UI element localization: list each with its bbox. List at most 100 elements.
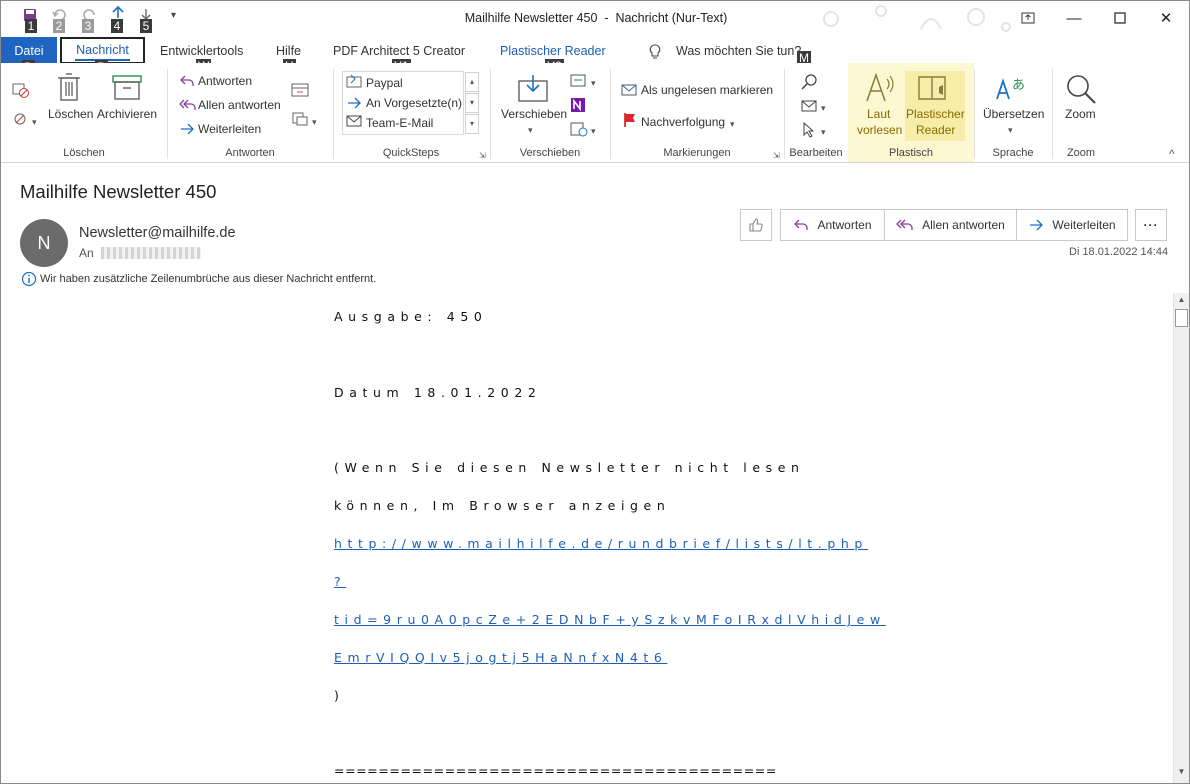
title-bar: ▾ 1 2 3 4 5 Mailhilfe Newsletter 450 - N… bbox=[1, 1, 1189, 37]
rules-icon[interactable] bbox=[570, 73, 588, 89]
ignore-icon[interactable] bbox=[12, 81, 30, 99]
gallery-scroll-up-icon[interactable]: ▴ bbox=[465, 72, 479, 92]
message-body: Ausgabe: 450 Datum 18.01.2022 (Wenn Sie … bbox=[1, 293, 1173, 783]
browser-link[interactable]: http://www.mailhilfe.de/rundbrief/lists/… bbox=[334, 536, 868, 551]
read-aloud-label-1[interactable]: Laut bbox=[867, 107, 890, 121]
avatar[interactable]: N bbox=[20, 219, 68, 267]
body-separator-line: ======================================== bbox=[334, 763, 777, 778]
actions-icon[interactable] bbox=[570, 121, 588, 137]
vertical-scrollbar[interactable]: ▲ ▼ bbox=[1173, 293, 1189, 783]
scroll-up-icon[interactable]: ▲ bbox=[1175, 295, 1188, 309]
more-respond-icon[interactable] bbox=[291, 111, 309, 127]
move-button[interactable]: Verschieben bbox=[501, 107, 567, 121]
flag-icon bbox=[624, 113, 635, 127]
thumbs-up-icon bbox=[749, 218, 763, 232]
scroll-thumb[interactable] bbox=[1175, 309, 1188, 327]
quickstep-manager[interactable]: An Vorgesetzte(n) bbox=[366, 96, 462, 110]
chevron-down-icon: ▾ bbox=[591, 126, 596, 136]
keytip-2: 2 bbox=[53, 19, 65, 33]
keytip-1: 1 bbox=[25, 19, 37, 33]
header-reply-button[interactable]: Antworten bbox=[780, 209, 885, 241]
keytip-3: 3 bbox=[82, 19, 94, 33]
reply-all-button[interactable]: Allen antworten bbox=[198, 98, 281, 112]
onenote-icon[interactable] bbox=[570, 97, 586, 113]
keytip-4: 4 bbox=[111, 19, 123, 33]
dialog-launcher-icon[interactable]: ⇲ bbox=[773, 149, 780, 163]
follow-up-button[interactable]: Nachverfolgung bbox=[641, 115, 725, 129]
close-button[interactable]: ✕ bbox=[1143, 1, 1189, 35]
immersive-reader-label-2[interactable]: Reader bbox=[916, 123, 955, 137]
minimize-button[interactable]: — bbox=[1051, 1, 1097, 35]
read-aloud-icon[interactable] bbox=[863, 71, 897, 105]
gallery-scroll-down-icon[interactable]: ▾ bbox=[465, 93, 479, 113]
body-text-line: ) bbox=[334, 688, 345, 703]
reply-button[interactable]: Antworten bbox=[198, 74, 252, 88]
translate-button[interactable]: Übersetzen bbox=[983, 107, 1044, 121]
tell-me-search[interactable]: Was möchten Sie tun? bbox=[676, 41, 801, 63]
browser-link[interactable]: ? bbox=[334, 574, 346, 589]
reply-icon bbox=[180, 75, 194, 86]
header-forward-button[interactable]: Weiterleiten bbox=[1016, 209, 1128, 241]
group-label-respond: Antworten bbox=[225, 147, 275, 159]
customize-qat-icon[interactable]: ▾ bbox=[171, 10, 176, 21]
forward-icon bbox=[181, 123, 194, 135]
recipient-redacted bbox=[101, 247, 201, 259]
up-arrow-icon[interactable] bbox=[110, 5, 126, 19]
delete-button[interactable]: Löschen bbox=[48, 107, 93, 121]
chevron-down-icon: ▾ bbox=[1008, 125, 1013, 135]
gallery-expand-icon[interactable]: ▾ bbox=[465, 114, 479, 134]
translate-icon[interactable]: あ bbox=[995, 73, 1027, 103]
body-date-line: Datum 18.01.2022 bbox=[334, 385, 542, 400]
chevron-down-icon: ▾ bbox=[730, 119, 735, 129]
group-label-quicksteps: QuickSteps bbox=[382, 147, 440, 159]
forward-button[interactable]: Weiterleiten bbox=[198, 122, 261, 136]
find-icon[interactable] bbox=[801, 73, 819, 91]
group-separator bbox=[167, 69, 168, 159]
meeting-icon[interactable] bbox=[291, 81, 309, 97]
zoom-icon[interactable] bbox=[1065, 73, 1097, 105]
immersive-reader-label-1[interactable]: Plastischer bbox=[906, 107, 965, 121]
group-label-delete: Löschen bbox=[63, 147, 105, 159]
lightbulb-icon bbox=[649, 44, 661, 59]
dialog-launcher-icon[interactable]: ⇲ bbox=[479, 149, 486, 163]
quickstep-team-email[interactable]: Team-E-Mail bbox=[366, 116, 433, 130]
keytip-5: 5 bbox=[140, 19, 152, 33]
chevron-down-icon: ▾ bbox=[312, 117, 317, 127]
header-reply-all-button[interactable]: Allen antworten bbox=[884, 209, 1017, 241]
like-button[interactable] bbox=[740, 209, 772, 241]
maximize-button[interactable] bbox=[1097, 1, 1143, 35]
ribbon-tabs: Datei Nachricht Entwicklertools Hilfe PD… bbox=[1, 37, 1189, 74]
cleanup-icon[interactable] bbox=[12, 111, 30, 129]
tab-message-label: Nachricht bbox=[76, 43, 129, 57]
archive-button[interactable]: Archivieren bbox=[97, 107, 157, 121]
group-label-zoom: Zoom bbox=[1066, 147, 1096, 159]
collapse-ribbon-icon[interactable]: ^ bbox=[1169, 147, 1175, 161]
info-icon[interactable] bbox=[21, 271, 37, 287]
browser-link[interactable]: EmrVIQQIv5jogtj5HaNnfxN4t6 bbox=[334, 650, 667, 665]
message-date: Di 18.01.2022 14:44 bbox=[1069, 246, 1169, 258]
group-separator bbox=[610, 69, 611, 159]
group-separator bbox=[1052, 69, 1053, 159]
browser-link[interactable]: tid=9ru0A0pcZe+2EDNbF+ySzkvMFoIRxdlVhidJ… bbox=[334, 612, 886, 627]
zoom-button[interactable]: Zoom bbox=[1065, 107, 1096, 121]
more-actions-button[interactable]: ··· bbox=[1135, 209, 1167, 241]
body-text-line: (Wenn Sie diesen Newsletter nicht lesen bbox=[334, 460, 805, 475]
chevron-down-icon: ▾ bbox=[591, 78, 596, 88]
sender-address[interactable]: Newsletter@mailhilfe.de bbox=[79, 225, 236, 241]
move-folder-icon[interactable] bbox=[517, 73, 549, 103]
related-icon[interactable] bbox=[801, 99, 819, 113]
body-text-line: können, Im Browser anzeigen bbox=[334, 498, 671, 513]
archive-icon[interactable] bbox=[112, 75, 142, 101]
header-forward-label: Weiterleiten bbox=[1052, 218, 1116, 232]
immersive-reader-icon[interactable] bbox=[917, 73, 951, 103]
mark-unread-button[interactable]: Als ungelesen markieren bbox=[641, 83, 773, 97]
read-aloud-label-2[interactable]: vorlesen bbox=[857, 123, 902, 137]
quickstep-paypal[interactable]: Paypal bbox=[366, 76, 403, 90]
group-label-tags: Markierungen bbox=[663, 147, 731, 159]
info-message[interactable]: Wir haben zusätzliche Zeilenumbrüche aus… bbox=[40, 273, 376, 285]
scroll-down-icon[interactable]: ▼ bbox=[1175, 767, 1188, 781]
select-cursor-icon[interactable] bbox=[801, 121, 817, 139]
to-label: An bbox=[79, 246, 94, 260]
ribbon-display-options-icon[interactable] bbox=[1005, 1, 1051, 35]
trash-icon[interactable] bbox=[57, 72, 81, 102]
